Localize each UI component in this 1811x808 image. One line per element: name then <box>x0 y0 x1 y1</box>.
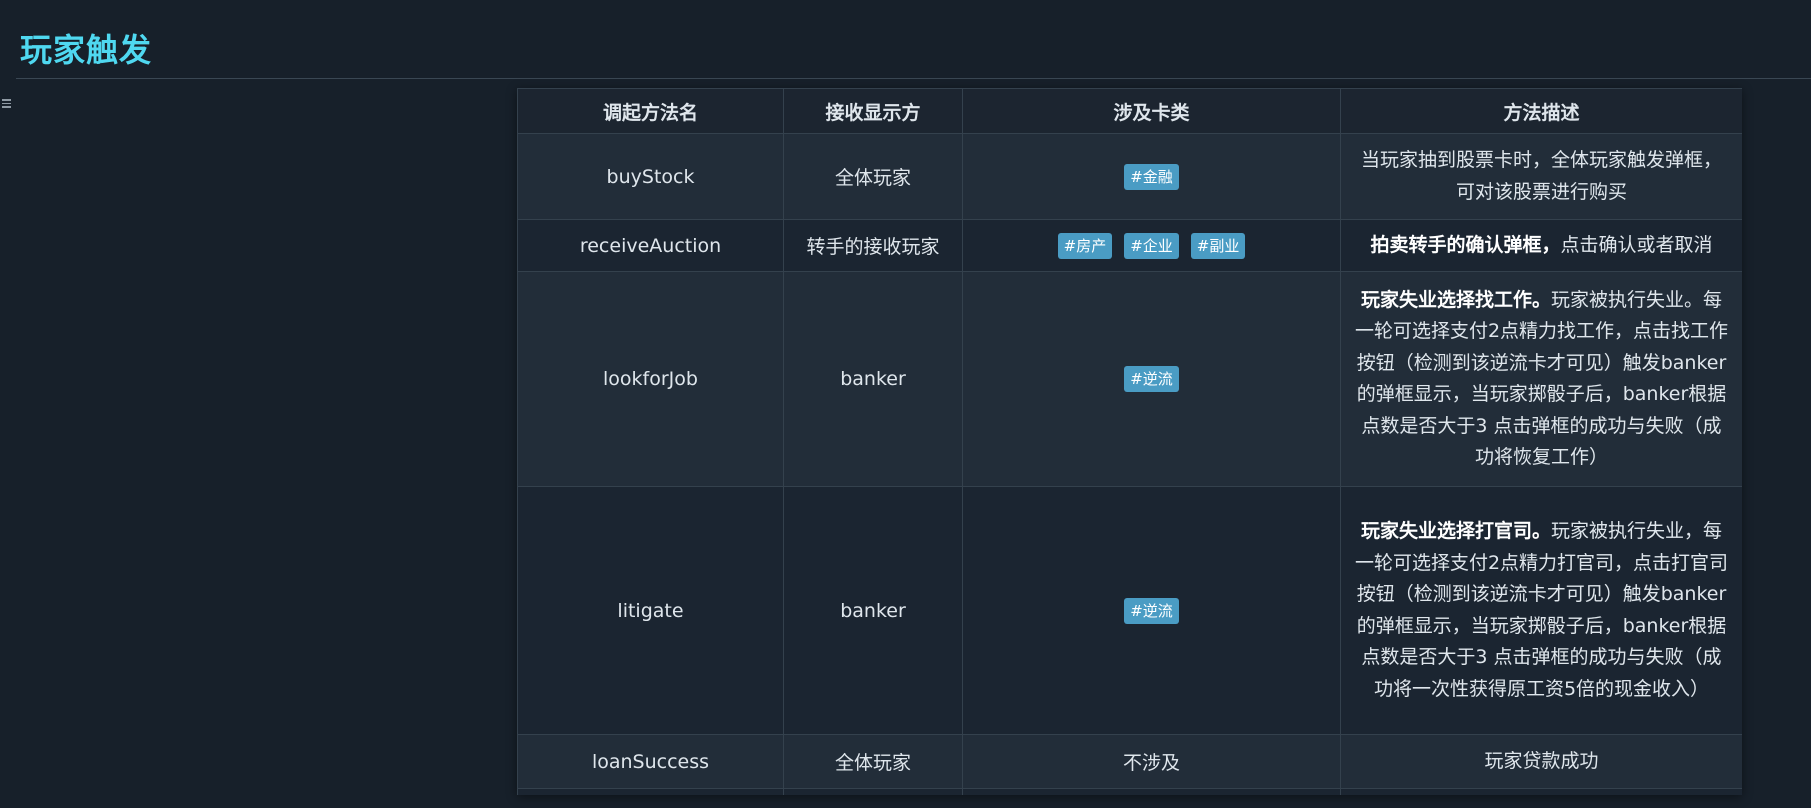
method-cell: receiveAuction <box>517 219 784 272</box>
card-types-cell: #逆流 <box>962 271 1341 487</box>
description-bold-text: 玩家失业选择打官司。 <box>1360 520 1551 542</box>
page-title: 玩家触发 <box>20 31 153 69</box>
table-row: loanSuccess 全体玩家 不涉及 玩家贷款成功 <box>517 734 1742 789</box>
empty-cell[interactable] <box>1340 788 1742 795</box>
receiver-cell: 全体玩家 <box>783 133 963 220</box>
method-cell: loanSuccess <box>517 734 784 789</box>
description-cell: 当玩家抽到股票卡时，全体玩家触发弹框，可对该股票进行购买 <box>1340 133 1742 220</box>
header-method-name: 调起方法名 <box>517 88 784 134</box>
description-text: 点击确认或者取消 <box>1560 233 1713 256</box>
card-tag[interactable]: #副业 <box>1190 232 1246 259</box>
card-types-cell: #金融 <box>962 133 1341 220</box>
method-table-container: 调起方法名 接收显示方 涉及卡类 方法描述 buyStock 全体玩家 #金融 … <box>517 88 1742 795</box>
method-cell: litigate <box>517 486 784 735</box>
card-tag[interactable]: #逆流 <box>1124 366 1179 392</box>
description-text: 玩家贷款成功 <box>1484 749 1599 772</box>
table-row: buyStock 全体玩家 #金融 当玩家抽到股票卡时，全体玩家触发弹框，可对该… <box>517 133 1742 220</box>
receiver-cell: banker <box>783 271 963 487</box>
card-tag[interactable]: #金融 <box>1124 163 1179 190</box>
card-types-cell: #房产 #企业 #副业 <box>962 219 1341 272</box>
description-cell: 玩家失业选择找工作。玩家被执行失业。每一轮可选择支付2点精力找工作，点击找工作按… <box>1340 271 1742 487</box>
description-text: 玩家被执行失业，每一轮可选择支付2点精力打官司，点击打官司按钮（检测到该逆流卡才… <box>1354 520 1729 700</box>
method-cell: buyStock <box>517 133 784 220</box>
card-tag[interactable]: #逆流 <box>1124 597 1179 624</box>
description-cell: 玩家失业选择打官司。玩家被执行失业，每一轮可选择支付2点精力打官司，点击打官司按… <box>1340 486 1742 735</box>
description-bold-text: 拍卖转手的确认弹框， <box>1370 233 1561 256</box>
receiver-cell: banker <box>783 486 963 735</box>
header-card-types: 涉及卡类 <box>962 88 1341 134</box>
table-row: lookforJob banker #逆流 玩家失业选择找工作。玩家被执行失业。… <box>517 271 1742 487</box>
page-heading: 玩家触发 <box>16 20 1811 79</box>
receiver-cell: 转手的接收玩家 <box>783 219 963 272</box>
card-tag[interactable]: #房产 <box>1057 232 1113 259</box>
outline-list-icon[interactable] <box>0 97 12 111</box>
empty-cell[interactable] <box>962 788 1341 795</box>
method-table: 调起方法名 接收显示方 涉及卡类 方法描述 buyStock 全体玩家 #金融 … <box>517 88 1742 795</box>
table-row-empty <box>517 788 1742 795</box>
description-bold-text: 玩家失业选择找工作。 <box>1360 288 1551 311</box>
empty-cell[interactable] <box>783 788 963 795</box>
description-cell: 拍卖转手的确认弹框，点击确认或者取消 <box>1340 219 1742 272</box>
description-cell: 玩家贷款成功 <box>1340 734 1742 789</box>
header-description: 方法描述 <box>1340 88 1742 134</box>
empty-cell[interactable] <box>517 788 784 795</box>
receiver-cell: 全体玩家 <box>783 734 963 789</box>
header-receiver: 接收显示方 <box>783 88 963 134</box>
card-tag[interactable]: #企业 <box>1124 232 1179 259</box>
table-row: receiveAuction 转手的接收玩家 #房产 #企业 #副业 拍卖转手的确认… <box>517 219 1742 272</box>
table-header-row: 调起方法名 接收显示方 涉及卡类 方法描述 <box>517 88 1742 134</box>
card-types-cell: 不涉及 <box>962 734 1341 789</box>
table-row: litigate banker #逆流 玩家失业选择打官司。玩家被执行失业，每一… <box>517 486 1742 735</box>
method-cell: lookforJob <box>517 271 784 487</box>
description-text: 玩家被执行失业。每一轮可选择支付2点精力找工作，点击找工作按钮（检测到该逆流卡才… <box>1354 288 1729 469</box>
card-types-cell: #逆流 <box>962 486 1341 735</box>
description-text: 当玩家抽到股票卡时，全体玩家触发弹框，可对该股票进行购买 <box>1360 149 1722 203</box>
